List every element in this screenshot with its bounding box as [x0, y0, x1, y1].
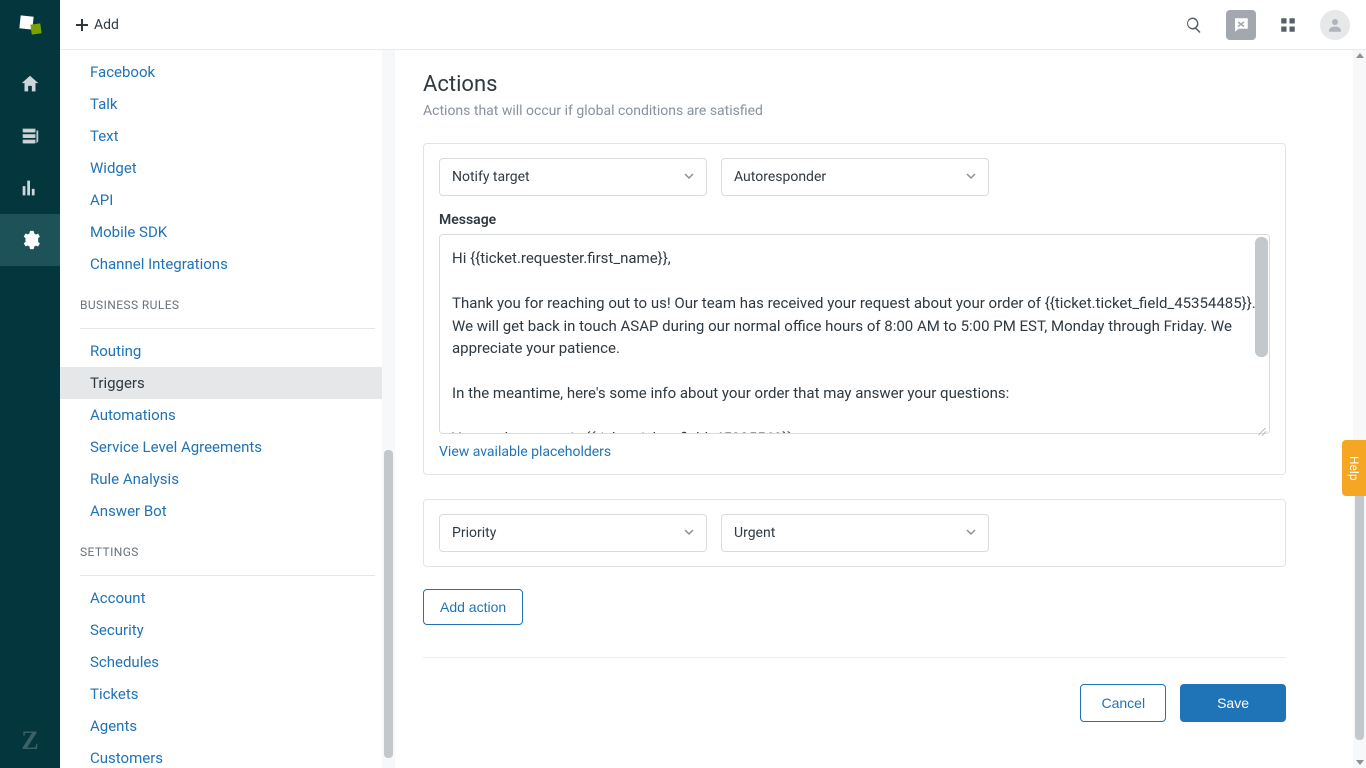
- divider: [80, 575, 375, 576]
- sidebar-item-facebook[interactable]: Facebook: [60, 56, 395, 88]
- sidebar-item-automations[interactable]: Automations: [60, 399, 395, 431]
- action-target-select[interactable]: Autoresponder: [721, 158, 989, 196]
- textarea-resize-handle[interactable]: [1256, 424, 1268, 436]
- sidebar-item-tickets[interactable]: Tickets: [60, 678, 395, 710]
- scroll-arrow-up-icon[interactable]: [1356, 53, 1364, 58]
- sidebar-scrollbar-track: [382, 50, 395, 768]
- action-card-notify: Notify target Autoresponder Mess: [423, 143, 1286, 475]
- rail-views-icon[interactable]: [0, 110, 60, 162]
- sidebar-item-text[interactable]: Text: [60, 120, 395, 152]
- sidebar: Facebook Talk Text Widget API Mobile SDK…: [60, 50, 395, 768]
- chevron-down-icon: [966, 525, 976, 541]
- sidebar-item-security[interactable]: Security: [60, 614, 395, 646]
- sidebar-item-sla[interactable]: Service Level Agreements: [60, 431, 395, 463]
- search-icon[interactable]: [1180, 11, 1208, 39]
- placeholders-link[interactable]: View available placeholders: [439, 444, 611, 460]
- sidebar-item-api[interactable]: API: [60, 184, 395, 216]
- action-value-select-2[interactable]: Urgent: [721, 514, 989, 552]
- chevron-down-icon: [684, 169, 694, 185]
- sidebar-item-answer-bot[interactable]: Answer Bot: [60, 495, 395, 527]
- action-type-value-2: Priority: [452, 525, 496, 541]
- avatar[interactable]: [1320, 10, 1350, 40]
- add-action-button[interactable]: Add action: [423, 589, 523, 625]
- cancel-button[interactable]: Cancel: [1080, 684, 1166, 722]
- action-type-select-2[interactable]: Priority: [439, 514, 707, 552]
- sidebar-item-widget[interactable]: Widget: [60, 152, 395, 184]
- logo: [16, 12, 44, 40]
- action-target-value: Autoresponder: [734, 169, 826, 185]
- textarea-scrollbar-track: [1255, 237, 1268, 424]
- sidebar-item-customers[interactable]: Customers: [60, 742, 395, 768]
- chat-icon[interactable]: [1226, 10, 1256, 40]
- sidebar-header-business-rules: BUSINESS RULES: [60, 280, 395, 322]
- apps-icon[interactable]: [1274, 11, 1302, 39]
- sidebar-item-schedules[interactable]: Schedules: [60, 646, 395, 678]
- sidebar-item-mobile-sdk[interactable]: Mobile SDK: [60, 216, 395, 248]
- main-panel: Actions Actions that will occur if globa…: [395, 50, 1366, 768]
- textarea-scrollbar-thumb[interactable]: [1255, 237, 1268, 357]
- help-tab[interactable]: Help: [1342, 440, 1366, 496]
- message-textarea[interactable]: [439, 234, 1270, 434]
- sidebar-item-triggers[interactable]: Triggers: [60, 367, 395, 399]
- sidebar-scrollbar-thumb[interactable]: [384, 450, 393, 758]
- action-type-value: Notify target: [452, 169, 530, 185]
- divider: [80, 328, 375, 329]
- divider: [423, 657, 1286, 658]
- save-button[interactable]: Save: [1180, 684, 1286, 722]
- add-label: Add: [94, 17, 119, 33]
- rail-home-icon[interactable]: [0, 58, 60, 110]
- sidebar-item-rule-analysis[interactable]: Rule Analysis: [60, 463, 395, 495]
- page-title: Actions: [423, 72, 1286, 97]
- add-button[interactable]: Add: [76, 17, 119, 33]
- scroll-arrow-down-icon[interactable]: [1356, 760, 1364, 765]
- left-rail: Z: [0, 0, 60, 768]
- sidebar-header-settings: SETTINGS: [60, 527, 395, 569]
- action-card-priority: Priority Urgent: [423, 499, 1286, 567]
- sidebar-item-channel-integrations[interactable]: Channel Integrations: [60, 248, 395, 280]
- action-value-2: Urgent: [734, 525, 775, 541]
- sidebar-item-talk[interactable]: Talk: [60, 88, 395, 120]
- sidebar-item-agents[interactable]: Agents: [60, 710, 395, 742]
- chevron-down-icon: [684, 525, 694, 541]
- message-label: Message: [439, 212, 1270, 228]
- action-type-select[interactable]: Notify target: [439, 158, 707, 196]
- main-scrollbar-track: [1353, 50, 1366, 768]
- rail-reporting-icon[interactable]: [0, 162, 60, 214]
- rail-admin-icon[interactable]: [0, 214, 60, 266]
- sidebar-item-routing[interactable]: Routing: [60, 335, 395, 367]
- chevron-down-icon: [966, 169, 976, 185]
- topbar: Add: [60, 0, 1366, 50]
- topbar-right: [1180, 10, 1350, 40]
- zendesk-glyph-icon[interactable]: Z: [21, 726, 38, 756]
- sidebar-item-account[interactable]: Account: [60, 582, 395, 614]
- page-subtitle: Actions that will occur if global condit…: [423, 103, 1286, 119]
